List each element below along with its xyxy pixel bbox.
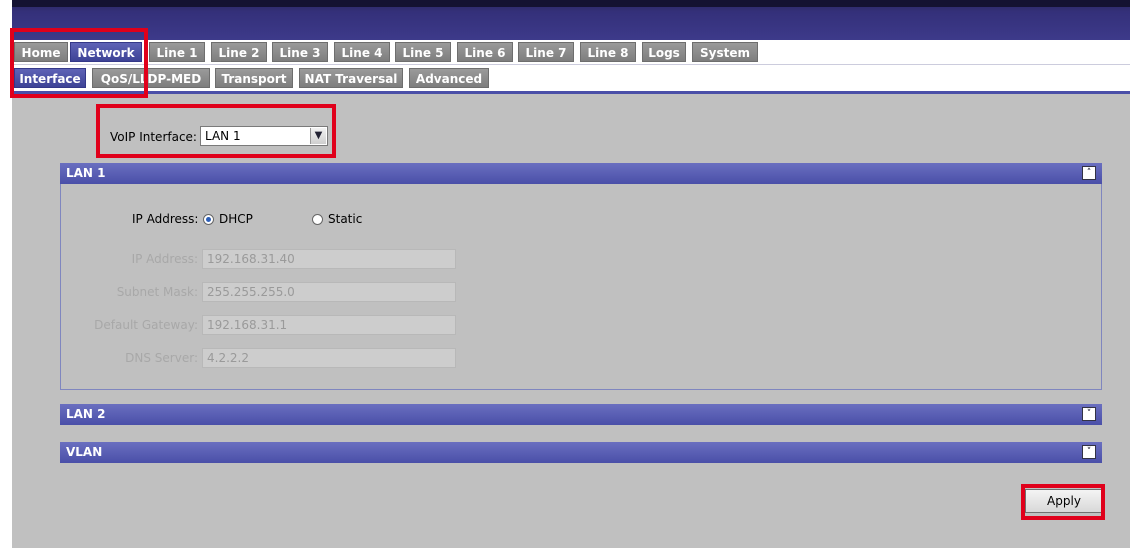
apply-button[interactable]: Apply <box>1025 489 1103 513</box>
expand-down-icon[interactable]: ˅ <box>1082 407 1096 421</box>
subnet-mask-field[interactable]: 255.255.255.0 <box>202 282 456 302</box>
ip-mode-label: IP Address: <box>132 212 199 226</box>
lan2-title: LAN 2 <box>66 407 106 421</box>
tab-line-8[interactable]: Line 8 <box>580 42 636 62</box>
static-label: Static <box>328 212 363 226</box>
tab-qos-lldp-med[interactable]: QoS/LLDP-MED <box>92 68 210 88</box>
dns-server-field[interactable]: 4.2.2.2 <box>202 348 456 368</box>
collapse-up-icon[interactable]: ˄ <box>1082 166 1096 180</box>
tab-system[interactable]: System <box>692 42 758 62</box>
static-radio[interactable] <box>312 214 323 225</box>
web-frame: Home Network Line 1 Line 2 Line 3 Line 4… <box>12 0 1130 548</box>
ip-address-label: IP Address: <box>131 252 198 266</box>
tab-transport[interactable]: Transport <box>215 68 293 88</box>
lan1-panel-header[interactable]: LAN 1 ˄ <box>60 163 1102 184</box>
tab-line-4[interactable]: Line 4 <box>334 42 390 62</box>
sub-tab-bar: Interface QoS/LLDP-MED Transport NAT Tra… <box>12 65 1130 94</box>
tab-interface[interactable]: Interface <box>14 68 86 88</box>
tab-network[interactable]: Network <box>70 42 142 62</box>
default-gateway-field[interactable]: 192.168.31.1 <box>202 315 456 335</box>
tab-home[interactable]: Home <box>14 42 68 62</box>
tab-line-7[interactable]: Line 7 <box>518 42 574 62</box>
expand-down-icon[interactable]: ˅ <box>1082 445 1096 459</box>
chevron-down-icon[interactable]: ▼ <box>310 128 326 144</box>
subnet-mask-label: Subnet Mask: <box>116 285 198 299</box>
tab-line-1[interactable]: Line 1 <box>149 42 205 62</box>
voip-interface-select[interactable]: LAN 1 ▼ <box>200 126 328 146</box>
main-tab-bar: Home Network Line 1 Line 2 Line 3 Line 4… <box>12 40 1130 65</box>
ip-address-field[interactable]: 192.168.31.40 <box>202 249 456 269</box>
dhcp-label: DHCP <box>219 212 253 226</box>
tab-logs[interactable]: Logs <box>642 42 686 62</box>
dns-server-label: DNS Server: <box>125 351 198 365</box>
default-gateway-label: Default Gateway: <box>94 318 198 332</box>
lan1-title: LAN 1 <box>66 166 106 180</box>
dhcp-radio[interactable] <box>203 214 214 225</box>
tab-nat-traversal[interactable]: NAT Traversal <box>299 68 403 88</box>
lan2-panel-header[interactable]: LAN 2 ˅ <box>60 404 1102 425</box>
top-banner <box>12 0 1130 40</box>
tab-line-3[interactable]: Line 3 <box>272 42 328 62</box>
vlan-title: VLAN <box>66 445 103 459</box>
voip-interface-label: VoIP Interface: <box>110 130 197 144</box>
tab-line-5[interactable]: Line 5 <box>395 42 451 62</box>
tab-line-6[interactable]: Line 6 <box>457 42 513 62</box>
tab-line-2[interactable]: Line 2 <box>211 42 267 62</box>
vlan-panel-header[interactable]: VLAN ˅ <box>60 442 1102 463</box>
voip-interface-value: LAN 1 <box>205 129 241 143</box>
tab-advanced[interactable]: Advanced <box>409 68 489 88</box>
